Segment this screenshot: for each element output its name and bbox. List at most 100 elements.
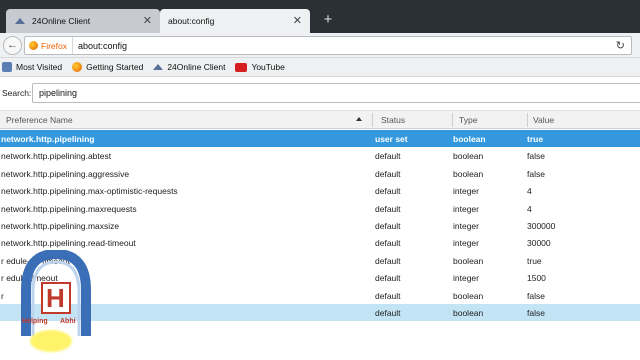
value-cell: false bbox=[527, 307, 545, 318]
preference-name-cell: network.http.pipelining bbox=[1, 134, 95, 144]
table-row[interactable]: network.http.pipelining.max-optimistic-r… bbox=[0, 182, 640, 199]
cloud-icon bbox=[153, 62, 164, 72]
bookmark-label: 24Online Client bbox=[167, 62, 226, 72]
tab-24online-client[interactable]: 24Online Client ✕ bbox=[6, 9, 160, 33]
type-cell: integer bbox=[453, 238, 479, 249]
browser-window: 24Online Client ✕ about:config ✕ + ← Fir… bbox=[0, 0, 640, 360]
preference-name-cell: r bbox=[1, 290, 4, 301]
close-tab-icon[interactable]: ✕ bbox=[293, 14, 302, 28]
type-cell: boolean bbox=[453, 255, 484, 266]
value-cell: 30000 bbox=[527, 238, 551, 249]
cloud-icon bbox=[14, 16, 26, 26]
navigation-bar: ← Firefox about:config ↻ bbox=[0, 33, 640, 58]
value-cell: true bbox=[527, 134, 544, 144]
table-row[interactable]: r default boolean false bbox=[0, 287, 640, 304]
status-cell: default bbox=[375, 273, 401, 284]
value-cell: false bbox=[527, 290, 545, 301]
table-row[interactable]: network.http.pipelining.maxrequests defau… bbox=[0, 200, 640, 217]
value-cell: 4 bbox=[527, 203, 532, 214]
bookmark-youtube[interactable]: YouTube bbox=[235, 62, 285, 72]
type-cell: integer bbox=[453, 220, 479, 231]
column-divider[interactable] bbox=[372, 113, 373, 127]
column-header-type[interactable]: Type bbox=[459, 115, 477, 125]
type-cell: integer bbox=[453, 186, 479, 197]
tab-title: 24Online Client bbox=[32, 16, 91, 26]
preference-name-cell: network.http.pipelining.abtest bbox=[1, 151, 112, 162]
table-row[interactable]: network.http.pipelining.aggressive defaul… bbox=[0, 165, 640, 182]
preference-name-cell: network.http.pipelining.max-optimistic-r… bbox=[1, 186, 178, 197]
type-cell: boolean bbox=[453, 290, 484, 301]
new-tab-button[interactable]: + bbox=[318, 10, 338, 30]
url-bar[interactable]: Firefox about:config ↻ bbox=[24, 36, 632, 55]
search-row: Search: bbox=[0, 77, 640, 108]
preference-name-cell: network.http.pipelining.read-timeout bbox=[1, 238, 136, 249]
type-cell: boolean bbox=[453, 134, 486, 144]
type-cell: boolean bbox=[453, 168, 484, 179]
table-row[interactable]: network.http.pipelining user set boolean tr… bbox=[0, 130, 640, 148]
close-tab-icon[interactable]: ✕ bbox=[143, 14, 152, 28]
value-cell: false bbox=[527, 151, 545, 162]
table-header: Preference Name Status Type Value bbox=[0, 110, 640, 129]
bookmark-24online-client[interactable]: 24Online Client bbox=[153, 62, 225, 72]
type-cell: boolean bbox=[453, 151, 484, 162]
identity-label: Firefox bbox=[41, 40, 67, 51]
column-divider[interactable] bbox=[452, 113, 453, 127]
value-cell: false bbox=[527, 168, 545, 179]
column-header-value[interactable]: Value bbox=[533, 115, 554, 125]
status-cell: default bbox=[375, 220, 401, 231]
status-cell: user set bbox=[375, 134, 408, 144]
logo-word-right: Abhi bbox=[60, 318, 76, 325]
search-input[interactable] bbox=[32, 83, 640, 103]
back-button[interactable]: ← bbox=[3, 36, 22, 55]
tab-title: about:config bbox=[168, 16, 215, 26]
bookmark-label: YouTube bbox=[251, 62, 285, 72]
bookmark-getting-started[interactable]: Getting Started bbox=[72, 62, 143, 72]
preferences-table: Preference Name Status Type Value networ… bbox=[0, 110, 640, 360]
bookmark-label: Getting Started bbox=[86, 62, 144, 72]
status-cell: default bbox=[375, 151, 401, 162]
logo-letter: H bbox=[46, 283, 65, 313]
table-row[interactable]: default boolean false bbox=[0, 303, 640, 322]
column-divider[interactable] bbox=[527, 113, 528, 127]
preference-name-cell: network.http.pipelining.maxrequests bbox=[1, 203, 137, 214]
table-row[interactable]: network.http.pipelining.maxsize default in… bbox=[0, 217, 640, 234]
preference-name-cell: network.http.pipelining.aggressive bbox=[1, 168, 130, 179]
preference-name-cell: network.http.pipelining.maxsize bbox=[1, 220, 120, 231]
firefox-icon bbox=[29, 41, 38, 50]
logo-word-left: Helping bbox=[22, 318, 48, 325]
status-cell: default bbox=[375, 307, 401, 318]
sort-ascending-icon bbox=[356, 117, 362, 121]
type-cell: integer bbox=[453, 203, 479, 214]
bookmarks-folder-icon bbox=[2, 62, 12, 72]
tab-about-config[interactable]: about:config ✕ bbox=[160, 9, 310, 33]
value-cell: 300000 bbox=[527, 220, 556, 231]
type-cell: integer bbox=[453, 273, 479, 284]
table-row[interactable]: network.http.pipelining.read-timeout defa… bbox=[0, 234, 640, 251]
value-cell: 4 bbox=[527, 186, 532, 197]
status-cell: default bbox=[375, 203, 401, 214]
youtube-icon bbox=[235, 62, 248, 72]
table-row[interactable]: network.http.pipelining.abtest default boo… bbox=[0, 147, 640, 164]
yellow-blob bbox=[30, 330, 72, 352]
column-header-preference-name[interactable]: Preference Name bbox=[6, 115, 73, 125]
table-body: network.http.pipelining user set boolean tr… bbox=[0, 130, 640, 322]
value-cell: true bbox=[527, 255, 542, 266]
tab-strip: 24Online Client ✕ about:config ✕ + bbox=[0, 0, 640, 33]
site-identity[interactable]: Firefox bbox=[25, 37, 73, 54]
bookmarks-toolbar: Most Visited Getting Started 24Online Cl… bbox=[0, 58, 640, 77]
column-header-status[interactable]: Status bbox=[381, 115, 405, 125]
bookmark-label: Most Visited bbox=[16, 62, 63, 72]
url-text[interactable]: about:config bbox=[73, 41, 127, 51]
table-row[interactable]: r edule-on-timeout default boolean true bbox=[0, 252, 640, 269]
status-cell: default bbox=[375, 255, 401, 266]
status-cell: default bbox=[375, 238, 401, 249]
table-row[interactable]: r edule-timeout default integer 1500 bbox=[0, 269, 640, 286]
status-cell: default bbox=[375, 168, 401, 179]
status-cell: default bbox=[375, 290, 401, 301]
reload-icon[interactable]: ↻ bbox=[616, 39, 625, 52]
type-cell: boolean bbox=[453, 307, 484, 318]
bookmark-most-visited[interactable]: Most Visited bbox=[2, 62, 62, 72]
status-cell: default bbox=[375, 186, 401, 197]
firefox-icon bbox=[72, 62, 83, 72]
value-cell: 1500 bbox=[527, 273, 546, 284]
